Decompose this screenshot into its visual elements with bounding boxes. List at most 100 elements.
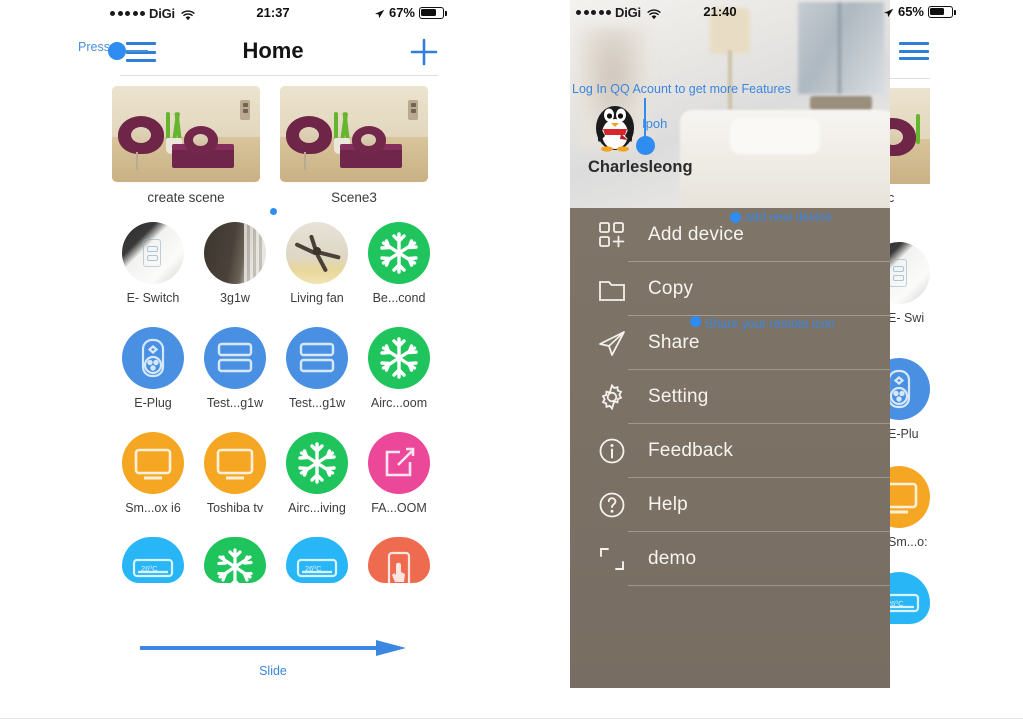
device-cell[interactable] (358, 537, 440, 590)
menu-item-label: Add device (648, 224, 745, 245)
scene-card[interactable]: Scene3 (280, 86, 428, 205)
crop-frame-icon (590, 544, 634, 574)
annotation-location-tag: Ipoh (642, 116, 668, 131)
device-cell[interactable]: Toshiba tv (194, 432, 276, 515)
left-status-bar: DiGi 21:37 67% (78, 0, 468, 28)
battery-percent-label: 67% (388, 5, 415, 20)
menu-item-demo[interactable]: demo (570, 532, 890, 586)
photo-wall-switch-icon (890, 242, 930, 304)
device-row: 26ºC 26ºC (112, 537, 440, 590)
page-indicator-dot (270, 208, 277, 215)
folder-icon (590, 274, 634, 304)
status-right-group: 65% (883, 4, 956, 19)
side-drawer-menu: Add device Copy Share Setting Feedback H… (570, 208, 890, 688)
svg-text:26ºC: 26ºC (305, 564, 322, 573)
photo-ceiling-fan-icon (286, 222, 348, 284)
device-cell[interactable]: Be...cond (358, 222, 440, 305)
scene-photo-icon (112, 86, 260, 182)
device-label: E- Switch (126, 291, 180, 305)
peek-device-cell[interactable]: E- Swi (890, 242, 930, 325)
device-label: FA...OOM (371, 501, 427, 515)
device-cell[interactable]: Test...g1w (194, 327, 276, 410)
device-label: Sm...ox i6 (125, 501, 181, 515)
device-grid: E- Switch 3g1w Living fan Be...cond E-Pl… (112, 222, 440, 612)
menu-item-feedback[interactable]: Feedback (570, 424, 890, 478)
slide-arrow-icon (138, 638, 408, 658)
peek-label: c (890, 191, 895, 205)
left-nav-bar: Home (78, 28, 468, 76)
device-row: E- Switch 3g1w Living fan Be...cond (112, 222, 440, 305)
device-cell[interactable]: Airc...iving (276, 432, 358, 515)
device-label: Be...cond (372, 291, 426, 305)
peek-label: E- Swi (890, 311, 925, 325)
screenshot-page: DiGi 21:37 67% Home Press create scene S… (0, 0, 1023, 728)
peek-label: E-Plu (890, 427, 919, 441)
peek-device-cell[interactable]: 26ºC (890, 572, 930, 631)
two-gang-switch-icon (204, 327, 266, 389)
menu-item-label: Setting (648, 386, 709, 407)
device-row: E-Plug Test...g1w Test...g1w Airc...oom (112, 327, 440, 410)
menu-divider (628, 585, 890, 586)
device-cell[interactable]: Airc...oom (358, 327, 440, 410)
scene-card[interactable]: create scene (112, 86, 260, 205)
device-cell[interactable]: E-Plug (112, 327, 194, 410)
page-bottom-divider (0, 718, 1023, 719)
tv-icon (204, 432, 266, 494)
annotation-press: Press (78, 40, 110, 54)
device-cell[interactable]: E- Switch (112, 222, 194, 305)
svg-text:26ºC: 26ºC (890, 599, 904, 608)
menu-item-setting[interactable]: Setting (570, 370, 890, 424)
photo-wall-switch-icon (122, 222, 184, 284)
device-label: Living fan (290, 291, 344, 305)
photo-switch-dark-icon (204, 222, 266, 284)
right-status-bar: DiGi 21:40 65% (570, 0, 965, 26)
scene-label: Scene3 (331, 190, 377, 205)
plus-icon[interactable] (408, 36, 440, 68)
peek-scene-cell[interactable]: c (890, 88, 930, 205)
air-conditioner-icon: 26ºC (122, 537, 184, 583)
peek-device-cell[interactable]: Sm...o: (890, 466, 930, 549)
device-cell[interactable]: 3g1w (194, 222, 276, 305)
question-circle-icon (590, 490, 634, 520)
menu-item-label: Help (648, 494, 688, 515)
device-row: Sm...ox i6 Toshiba tv Airc...iving FA...… (112, 432, 440, 515)
device-label: E-Plug (134, 396, 172, 410)
device-cell[interactable]: 26ºC (112, 537, 194, 590)
air-conditioner-icon: 26ºC (890, 572, 930, 624)
menu-item-help[interactable]: Help (570, 478, 890, 532)
device-cell[interactable]: 26ºC (276, 537, 358, 590)
peek-device-cell[interactable]: E-Plu (890, 358, 930, 441)
paper-plane-icon (590, 328, 634, 358)
annotation-share-remote: Share your remote icon (705, 317, 835, 331)
svg-text:26ºC: 26ºC (141, 564, 158, 573)
device-cell[interactable]: Sm...ox i6 (112, 432, 194, 515)
menu-item-label: Copy (648, 278, 694, 299)
left-phone-screen: DiGi 21:37 67% Home Press create scene S… (78, 0, 468, 690)
gear-icon (590, 382, 634, 412)
grid-plus-icon (590, 220, 634, 250)
tv-icon (890, 466, 930, 528)
device-cell[interactable]: Living fan (276, 222, 358, 305)
phone-touch-icon (368, 537, 430, 583)
tv-icon (122, 432, 184, 494)
battery-icon (419, 6, 447, 19)
device-label: 3g1w (220, 291, 250, 305)
annotation-slide-label: Slide (259, 664, 287, 678)
air-conditioner-icon: 26ºC (286, 537, 348, 583)
scene-label: create scene (147, 190, 225, 205)
snowflake-icon (286, 432, 348, 494)
qq-penguin-avatar-icon[interactable] (588, 98, 642, 152)
menu-item-copy[interactable]: Copy (570, 262, 890, 316)
device-cell[interactable] (194, 537, 276, 590)
two-gang-switch-icon (286, 327, 348, 389)
device-cell[interactable]: FA...OOM (358, 432, 440, 515)
home-screen-peek-column[interactable]: c E- Swi E-Plu Sm...o: 26ºC (890, 0, 965, 688)
snowflake-icon (204, 537, 266, 583)
scene-row: create scene Scene3 (112, 86, 432, 205)
device-cell[interactable]: Test...g1w (276, 327, 358, 410)
hamburger-menu-icon[interactable] (899, 42, 929, 60)
annotation-login-prompt: Log In QQ Acount to get more Features (572, 82, 791, 96)
annotation-slide-group: Slide (138, 638, 408, 678)
scene-photo-icon (890, 88, 930, 184)
location-arrow-icon (374, 7, 385, 19)
